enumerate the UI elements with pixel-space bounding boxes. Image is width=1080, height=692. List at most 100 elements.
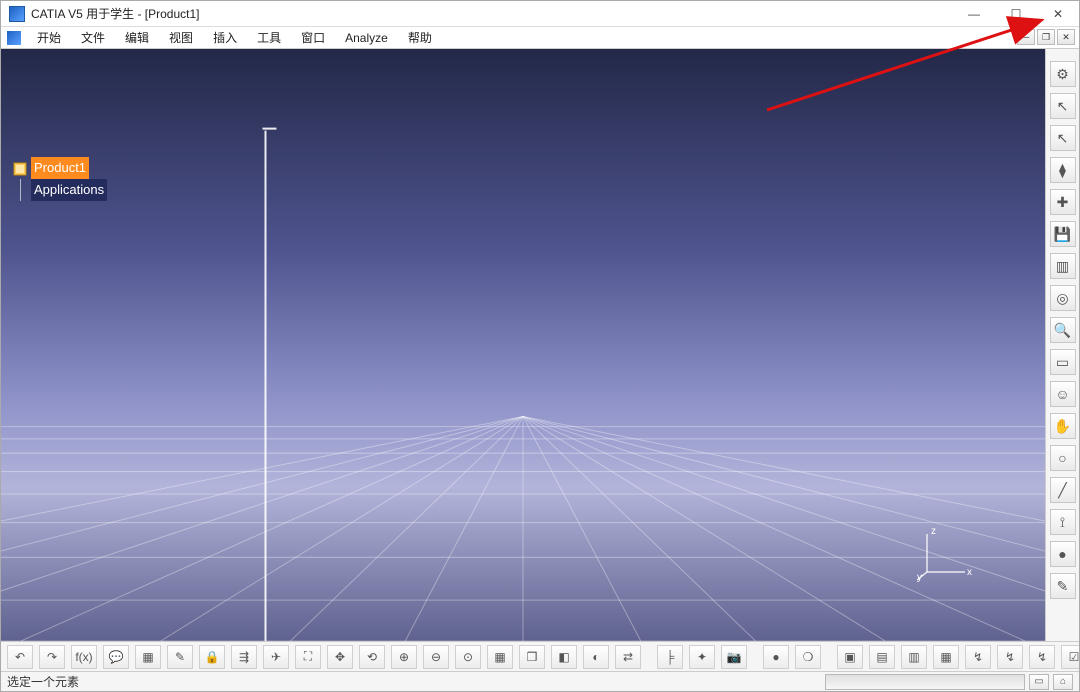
brush-glyph-icon: ✎ [1057, 578, 1069, 595]
menu-view[interactable]: 视图 [159, 27, 203, 48]
sketch4-icon[interactable]: ☑ [1061, 645, 1079, 669]
titlebar: CATIA V5 用于学生 - [Product1] — ☐ ✕ [1, 1, 1079, 27]
product-icon[interactable]: ⚙ [1050, 61, 1076, 87]
link-icon[interactable]: ✎ [167, 645, 193, 669]
status-btn1-icon: ▭ [1034, 676, 1043, 687]
status-field[interactable] [825, 674, 1025, 690]
close-icon: ✕ [1053, 7, 1063, 21]
iso-view-icon[interactable]: ❒ [519, 645, 545, 669]
flyto-icon[interactable]: ✈ [263, 645, 289, 669]
assembly-icon[interactable]: ▥ [1050, 253, 1076, 279]
circle-icon[interactable]: ○ [1050, 445, 1076, 471]
sketch1-icon[interactable]: ↯ [965, 645, 991, 669]
brush-icon[interactable]: ✎ [1050, 573, 1076, 599]
color-icon[interactable]: ● [1050, 541, 1076, 567]
snapshot-icon[interactable]: ❍ [795, 645, 821, 669]
record-icon[interactable]: ● [763, 645, 789, 669]
sketch2-icon[interactable]: ↯ [997, 645, 1023, 669]
flyto-glyph-icon: ✈ [271, 650, 281, 664]
window-minimize-button[interactable]: — [953, 1, 995, 27]
mdi-restore-button[interactable]: ❐ [1037, 29, 1055, 45]
render3-icon[interactable]: ▥ [901, 645, 927, 669]
measure-glyph-icon: ⟟ [1060, 514, 1065, 531]
menu-window[interactable]: 窗口 [291, 27, 335, 48]
sketch3-icon[interactable]: ↯ [1029, 645, 1055, 669]
measure-icon[interactable]: ⟟ [1050, 509, 1076, 535]
render2-icon[interactable]: ▤ [869, 645, 895, 669]
snapshot-glyph-icon: ❍ [803, 650, 814, 664]
bottom-toolbar: ↶↷f(x)💬▦✎🔒⇶✈⛶✥⟲⊕⊖⊙▦❒◧◐⇄╞✦📷●❍▣▤▥▦↯↯↯☑TIA [1, 641, 1079, 671]
step-icon[interactable]: ⇶ [231, 645, 257, 669]
color-glyph-icon: ● [1058, 546, 1066, 562]
spec-tree[interactable]: Product1 Applications [13, 157, 107, 201]
status-button-1[interactable]: ▭ [1029, 674, 1049, 690]
chat-icon[interactable]: 💬 [103, 645, 129, 669]
menu-insert[interactable]: 插入 [203, 27, 247, 48]
menubar: 开始 文件 编辑 视图 插入 工具 窗口 Analyze 帮助 ─ ❐ ✕ [1, 27, 1079, 49]
tree-root[interactable]: Product1 [13, 157, 107, 179]
fit-icon[interactable]: ⛶ [295, 645, 321, 669]
shading-icon[interactable]: ◧ [551, 645, 577, 669]
redo-icon[interactable]: ↷ [39, 645, 65, 669]
sketch1-glyph-icon: ↯ [973, 650, 983, 664]
menu-file[interactable]: 文件 [71, 27, 115, 48]
tree-toggle-icon[interactable]: ╞ [657, 645, 683, 669]
constraint-measure-icon[interactable]: ✚ [1050, 189, 1076, 215]
normal-view-icon[interactable]: ⊙ [455, 645, 481, 669]
mdi-close-button[interactable]: ✕ [1057, 29, 1075, 45]
work-area: Product1 Applications z x [1, 49, 1079, 641]
record-glyph-icon: ● [772, 650, 779, 664]
menu-start[interactable]: 开始 [27, 27, 71, 48]
window-close-button[interactable]: ✕ [1037, 1, 1079, 27]
mdi-minimize-button[interactable]: ─ [1017, 29, 1035, 45]
render4-glyph-icon: ▦ [940, 650, 951, 664]
window-maximize-button[interactable]: ☐ [995, 1, 1037, 27]
zoom-out-icon[interactable]: ⊖ [423, 645, 449, 669]
analysis-icon[interactable]: 🔍 [1050, 317, 1076, 343]
app-icon [9, 6, 25, 22]
window-title: CATIA V5 用于学生 - [Product1] [31, 5, 200, 22]
tree-toggle-glyph-icon: ╞ [666, 650, 675, 664]
iso-view-glyph-icon: ❒ [527, 650, 538, 664]
swap-glyph-icon: ⇄ [623, 650, 633, 664]
zoom-in-glyph-icon: ⊕ [399, 650, 409, 664]
menu-help[interactable]: 帮助 [398, 27, 442, 48]
line-icon[interactable]: ╱ [1050, 477, 1076, 503]
table-icon[interactable]: ▦ [135, 645, 161, 669]
camera-icon[interactable]: 📷 [721, 645, 747, 669]
select-gear-icon[interactable]: ↖ [1050, 125, 1076, 151]
compass-icon[interactable]: ✦ [689, 645, 715, 669]
menu-tools[interactable]: 工具 [247, 27, 291, 48]
move-icon[interactable]: 💾 [1050, 221, 1076, 247]
link-glyph-icon: ✎ [175, 650, 185, 664]
product-node-icon [13, 161, 27, 175]
product-glyph-icon: ⚙ [1056, 66, 1069, 83]
pan-icon[interactable]: ✥ [327, 645, 353, 669]
scene-icon[interactable]: ☺ [1050, 381, 1076, 407]
render4-icon[interactable]: ▦ [933, 645, 959, 669]
robot-icon[interactable]: ✋ [1050, 413, 1076, 439]
viewport-3d[interactable]: Product1 Applications z x [1, 49, 1045, 641]
multi-view-icon[interactable]: ▦ [487, 645, 513, 669]
lock-icon[interactable]: 🔒 [199, 645, 225, 669]
annotation-icon[interactable]: ▭ [1050, 349, 1076, 375]
swap-icon[interactable]: ⇄ [615, 645, 641, 669]
analysis-glyph-icon: 🔍 [1054, 322, 1071, 339]
catalog-icon[interactable]: ◎ [1050, 285, 1076, 311]
rotate-icon[interactable]: ⟲ [359, 645, 385, 669]
status-text: 选定一个元素 [7, 673, 79, 690]
menu-edit[interactable]: 编辑 [115, 27, 159, 48]
undo-icon[interactable]: ↶ [7, 645, 33, 669]
undo-glyph-icon: ↶ [15, 650, 25, 664]
tree-child-applications[interactable]: Applications [31, 179, 107, 201]
select-icon[interactable]: ↖ [1050, 93, 1076, 119]
status-button-2[interactable]: ⌂ [1053, 674, 1073, 690]
menu-analyze[interactable]: Analyze [335, 29, 398, 47]
statusbar: 选定一个元素 ▭ ⌂ [1, 671, 1079, 691]
render1-icon[interactable]: ▣ [837, 645, 863, 669]
zoom-in-icon[interactable]: ⊕ [391, 645, 417, 669]
constraint-icon[interactable]: ⧫ [1050, 157, 1076, 183]
hide-icon[interactable]: ◐ [583, 645, 609, 669]
formula-icon[interactable]: f(x) [71, 645, 97, 669]
select-glyph-icon: ↖ [1057, 98, 1069, 115]
